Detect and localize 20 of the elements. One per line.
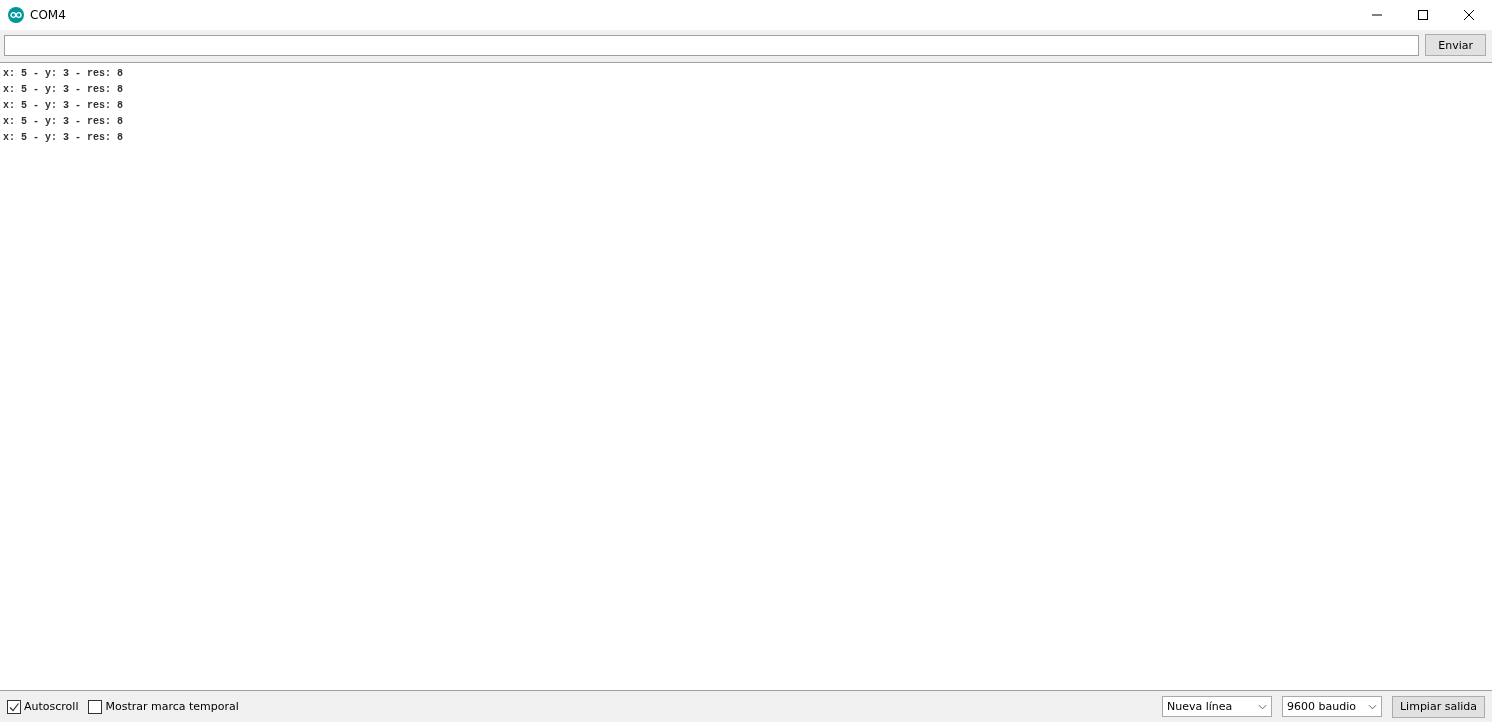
window-title: COM4 bbox=[30, 8, 66, 22]
maximize-icon[interactable] bbox=[1417, 9, 1429, 21]
checkbox-label: Mostrar marca temporal bbox=[105, 700, 239, 713]
input-field[interactable] bbox=[4, 34, 1420, 56]
dropdown[interactable]: 9600 baudio bbox=[1282, 696, 1382, 717]
checkbox[interactable] bbox=[7, 699, 21, 714]
output-line: x: 5 - y: 3 - res: 8 bbox=[3, 115, 125, 129]
output-line: x: 5 - y: 3 - res: 8 bbox=[3, 131, 125, 145]
output-line: x: 5 - y: 3 - res: 8 bbox=[3, 99, 125, 113]
dropdown[interactable]: Nueva línea bbox=[1162, 696, 1272, 717]
app-logo-icon bbox=[8, 7, 24, 23]
output-line: x: 5 - y: 3 - res: 8 bbox=[3, 67, 125, 81]
caret-icon bbox=[1368, 703, 1377, 710]
caret-icon bbox=[1258, 703, 1267, 710]
output-line: x: 5 - y: 3 - res: 8 bbox=[3, 83, 125, 97]
close-icon[interactable] bbox=[1463, 9, 1475, 21]
checkbox[interactable] bbox=[88, 699, 103, 714]
send-button[interactable]: Enviar bbox=[1425, 34, 1486, 56]
checkbox-label: Autoscroll bbox=[24, 700, 79, 713]
clear-button[interactable]: Limpiar salida bbox=[1392, 695, 1485, 718]
